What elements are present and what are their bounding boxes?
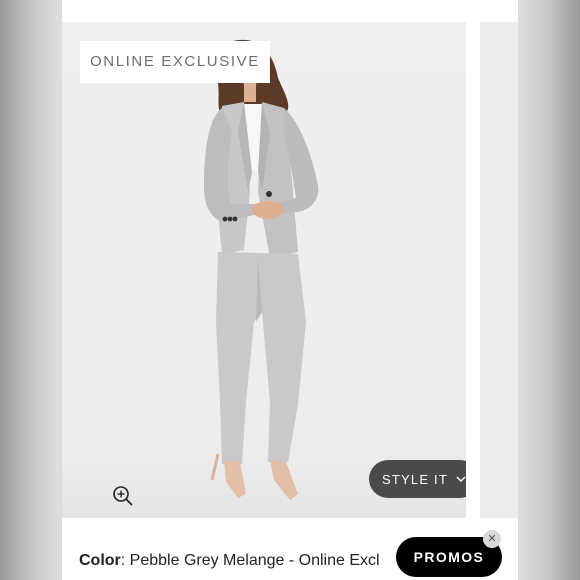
right-shoe [270, 460, 298, 500]
color-info: Color: Pebble Grey Melange - Online Excl… [79, 550, 379, 572]
next-slide-preview[interactable] [480, 22, 518, 518]
close-icon[interactable]: ✕ [483, 530, 501, 548]
promos-label: PROMOS [413, 549, 485, 565]
model-figure [204, 39, 319, 500]
style-it-label: STYLE IT [382, 471, 448, 487]
chevron-down-icon [456, 476, 466, 482]
left-shoe [224, 460, 246, 498]
online-exclusive-badge: ONLINE EXCLUSIVE [80, 41, 270, 83]
zoom-in-icon[interactable] [112, 485, 134, 507]
hands [252, 201, 284, 219]
product-image[interactable]: ONLINE EXCLUSIVE STYLE IT [62, 22, 466, 518]
style-it-button[interactable]: STYLE IT [369, 460, 466, 498]
top-strip [62, 0, 518, 22]
color-label: Color [79, 552, 121, 569]
product-gallery-frame: ONLINE EXCLUSIVE STYLE IT Color: Pebble … [62, 0, 518, 580]
color-value: : Pebble Grey Melange - Online Exclusive [120, 552, 379, 569]
trousers [216, 252, 306, 464]
neck [244, 82, 256, 102]
